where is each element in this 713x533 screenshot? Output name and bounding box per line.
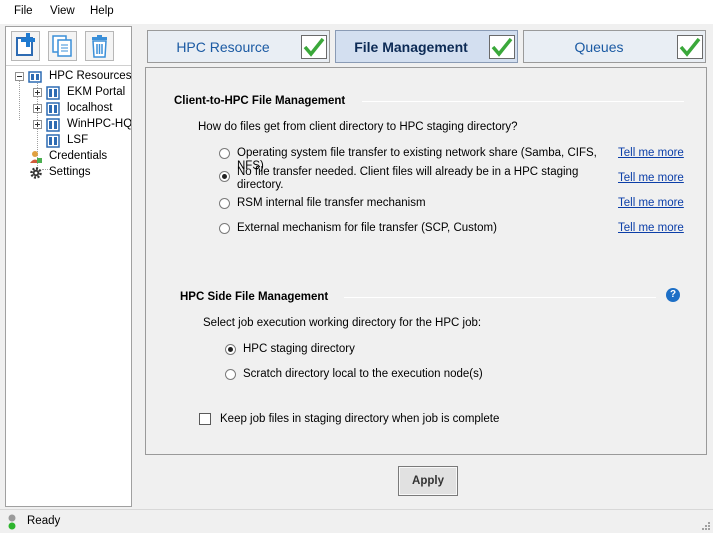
hpc-question: Select job execution working directory f… — [203, 317, 482, 329]
tree-item-credentials[interactable]: Credentials — [6, 149, 131, 165]
tree-label: localhost — [67, 102, 113, 114]
option-label: Scratch directory local to the execution… — [243, 368, 483, 380]
hpc-resources-icon — [28, 71, 42, 83]
apply-button[interactable]: Apply — [398, 466, 458, 496]
tree-item-winhpc-hq[interactable]: WinHPC-HQ — [6, 117, 131, 133]
collapse-icon[interactable] — [15, 72, 24, 81]
option-label: RSM internal file transfer mechanism — [237, 197, 426, 209]
tree-item-lsf[interactable]: LSF — [6, 133, 131, 149]
tree-label: LSF — [67, 134, 89, 146]
radio-no-file-transfer[interactable] — [219, 171, 230, 182]
check-icon — [301, 35, 327, 59]
section-title-client: Client-to-HPC File Management — [174, 95, 346, 107]
resize-grip-icon[interactable] — [701, 521, 711, 531]
trash-icon — [92, 35, 107, 58]
tab-label: File Management — [354, 39, 468, 55]
option-label: HPC staging directory — [243, 343, 355, 355]
option-label: No file transfer needed. Client files wi… — [237, 166, 579, 191]
server-icon — [46, 134, 60, 148]
tell-me-more-link[interactable]: Tell me more — [618, 172, 684, 184]
copy-icon — [52, 35, 72, 57]
tree-item-localhost[interactable]: localhost — [6, 101, 131, 117]
panel-splitter[interactable] — [134, 24, 140, 509]
credentials-icon — [30, 151, 42, 163]
delete-resource-button[interactable] — [85, 31, 114, 61]
radio-hpc-staging-directory[interactable] — [225, 344, 236, 355]
left-panel: HPC Resources EKM Portal localhost WinHP… — [5, 26, 132, 507]
checkbox-label: Keep job files in staging directory when… — [220, 413, 500, 425]
tell-me-more-link[interactable]: Tell me more — [618, 147, 684, 159]
radio-scratch-directory[interactable] — [225, 369, 236, 380]
tree-toolbar — [6, 27, 131, 66]
gear-icon — [30, 167, 42, 179]
check-icon — [677, 35, 703, 59]
menu-help[interactable]: Help — [90, 5, 114, 17]
duplicate-resource-button[interactable] — [48, 31, 77, 61]
tell-me-more-link[interactable]: Tell me more — [618, 197, 684, 209]
tree-item-settings[interactable]: Settings — [6, 165, 131, 181]
section-title-hpc-side: HPC Side File Management — [180, 291, 329, 303]
radio-rsm-internal[interactable] — [219, 198, 230, 209]
server-icon — [46, 86, 60, 100]
help-icon[interactable]: ? — [666, 288, 680, 302]
menu-file[interactable]: File — [14, 5, 33, 17]
option-label: External mechanism for file transfer (SC… — [237, 222, 497, 234]
menu-bar: File View Help — [0, 0, 713, 24]
tree-item-hpc-resources[interactable]: HPC Resources — [6, 69, 131, 85]
radio-external-mechanism[interactable] — [219, 223, 230, 234]
status-light-icon — [8, 514, 16, 530]
tree-item-ekm-portal[interactable]: EKM Portal — [6, 85, 131, 101]
tab-label: Queues — [574, 39, 624, 55]
check-icon — [489, 35, 515, 59]
add-resource-button[interactable] — [11, 31, 40, 61]
status-bar: Ready — [0, 509, 713, 533]
file-management-panel: Client-to-HPC File Management How do fil… — [145, 67, 707, 455]
server-icon — [46, 118, 60, 132]
client-question: How do files get from client directory t… — [198, 121, 518, 133]
tree-label: EKM Portal — [67, 86, 126, 98]
expand-icon[interactable] — [33, 120, 42, 129]
tab-label: HPC Resource — [176, 39, 270, 55]
add-icon — [16, 33, 35, 56]
tab-hpc-resource[interactable]: HPC Resource — [147, 30, 330, 63]
server-icon — [46, 102, 60, 116]
tell-me-more-link[interactable]: Tell me more — [618, 222, 684, 234]
keep-job-files-checkbox[interactable] — [199, 413, 211, 425]
tab-queues[interactable]: Queues — [523, 30, 706, 63]
tab-file-management[interactable]: File Management — [335, 30, 518, 63]
tree-label: Settings — [49, 166, 91, 178]
expand-icon[interactable] — [33, 104, 42, 113]
menu-view[interactable]: View — [50, 5, 75, 17]
expand-icon[interactable] — [33, 88, 42, 97]
section-divider — [344, 297, 656, 298]
tree-label: WinHPC-HQ — [67, 118, 131, 130]
radio-os-file-transfer[interactable] — [219, 148, 230, 159]
section-divider — [362, 101, 684, 102]
tree-label: Credentials — [49, 150, 108, 162]
status-text: Ready — [27, 515, 61, 527]
tree-label: HPC Resources — [49, 70, 132, 82]
